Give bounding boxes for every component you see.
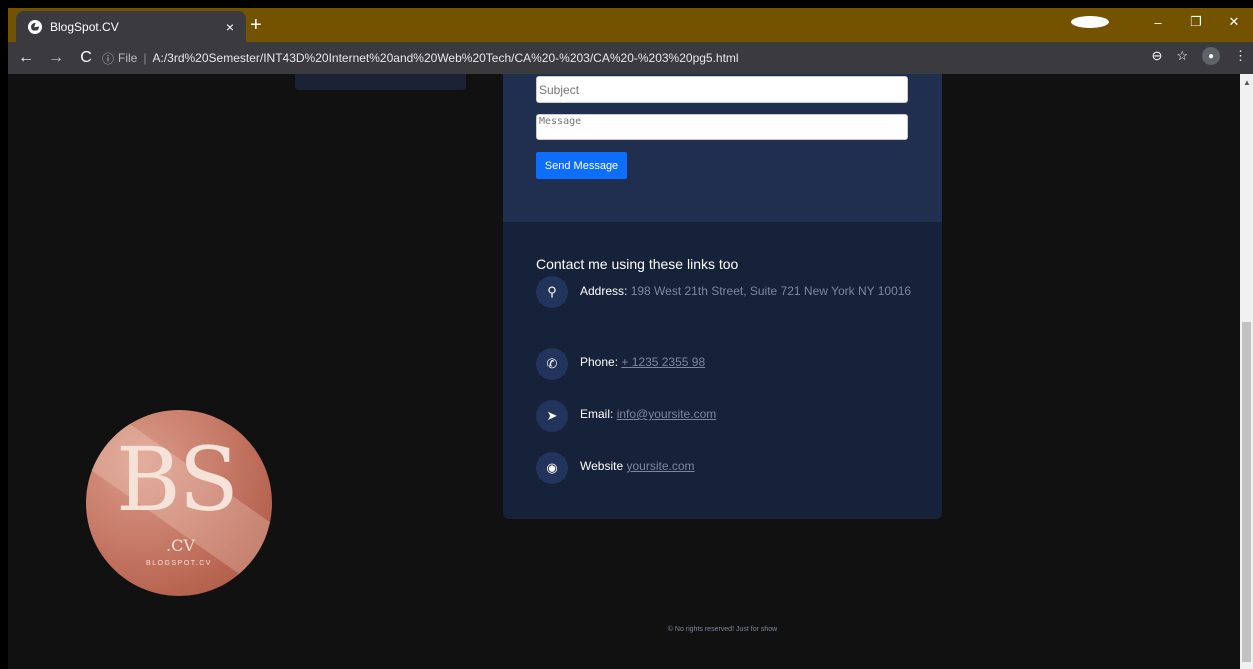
browser-window: BlogSpot.CV × + – ❐ ✕ ← → C ⓘ File | A:/… [8, 8, 1253, 669]
phone-icon: ✆ [536, 348, 568, 380]
tab-strip: BlogSpot.CV × + – ❐ ✕ [8, 8, 1253, 42]
address-row: ⚲ Address: 198 West 21th Street, Suite 7… [536, 276, 912, 308]
paper-plane-icon: ➤ [536, 400, 568, 432]
subject-input[interactable]: Subject [536, 76, 908, 103]
contact-title: Contact me using these links too [536, 256, 739, 272]
url-text[interactable]: A:/3rd%20Semester/INT43D%20Internet%20an… [152, 51, 738, 65]
footer-text: © No rights reserved! Just for show [667, 626, 778, 633]
page-scrollbar[interactable]: ▲ [1240, 74, 1253, 669]
tab-title: BlogSpot.CV [50, 19, 119, 34]
bookmark-star-icon[interactable]: ☆ [1176, 48, 1188, 64]
contact-links-card: Contact me using these links too ⚲ Addre… [503, 222, 942, 519]
window-controls: – ❐ ✕ [1071, 8, 1253, 36]
blogspot-logo: BS .CV BLOGSPOT.CV [86, 410, 272, 596]
minimize-button[interactable]: – [1139, 15, 1177, 30]
phone-row: ✆ Phone: + 1235 2355 98 [536, 348, 912, 380]
reload-button[interactable]: C [74, 49, 98, 67]
side-card-bottom [295, 74, 466, 90]
address-value: 198 West 21th Street, Suite 721 New York… [630, 284, 912, 298]
tab-blogspot[interactable]: BlogSpot.CV × [16, 11, 246, 42]
address-bar[interactable]: ⓘ File | A:/3rd%20Semester/INT43D%20Inte… [102, 45, 1152, 71]
toolbar-actions: ⊖ ☆ ● ⋮ [1137, 47, 1247, 65]
address-separator: | [143, 51, 147, 65]
scrollbar-thumb[interactable] [1242, 322, 1251, 662]
tab-close-button[interactable]: × [220, 19, 240, 35]
message-textarea[interactable]: Message [536, 114, 908, 140]
downloads-icon[interactable] [1071, 16, 1109, 28]
new-tab-button[interactable]: + [250, 15, 262, 35]
email-link[interactable]: info@yoursite.com [617, 407, 717, 421]
zoom-icon[interactable]: ⊖ [1151, 48, 1162, 64]
browser-toolbar: ← → C ⓘ File | A:/3rd%20Semester/INT43D%… [8, 42, 1253, 74]
menu-icon[interactable]: ⋮ [1234, 48, 1247, 64]
address-label: Address: [580, 284, 628, 298]
contact-form: Subject Message Send Message [503, 74, 942, 222]
globe-icon [28, 19, 42, 34]
file-label: File [118, 51, 138, 65]
info-icon[interactable]: ⓘ [102, 50, 114, 67]
website-link[interactable]: yoursite.com [626, 459, 694, 473]
back-button[interactable]: ← [14, 49, 38, 67]
profile-avatar-icon[interactable]: ● [1202, 47, 1220, 65]
logo-suffix: .CV [166, 536, 195, 555]
globe-icon: ◉ [536, 452, 568, 484]
restore-button[interactable]: ❐ [1177, 14, 1215, 30]
email-row: ➤ Email: info@yoursite.com [536, 400, 912, 432]
email-label: Email: [580, 407, 614, 421]
scroll-up-arrow-icon[interactable]: ▲ [1243, 78, 1251, 87]
page-viewport: Subject Message Send Message Contact me … [8, 74, 1240, 669]
website-label: Website [580, 459, 624, 473]
close-window-button[interactable]: ✕ [1215, 14, 1253, 30]
phone-link[interactable]: + 1235 2355 98 [621, 355, 705, 369]
logo-tagline: BLOGSPOT.CV [146, 560, 212, 567]
phone-label: Phone: [580, 355, 619, 369]
website-row: ◉ Website yoursite.com [536, 452, 912, 484]
logo-monogram: BS [116, 428, 239, 531]
location-pin-icon: ⚲ [536, 276, 568, 308]
send-message-button[interactable]: Send Message [536, 152, 627, 179]
forward-button[interactable]: → [44, 49, 68, 67]
